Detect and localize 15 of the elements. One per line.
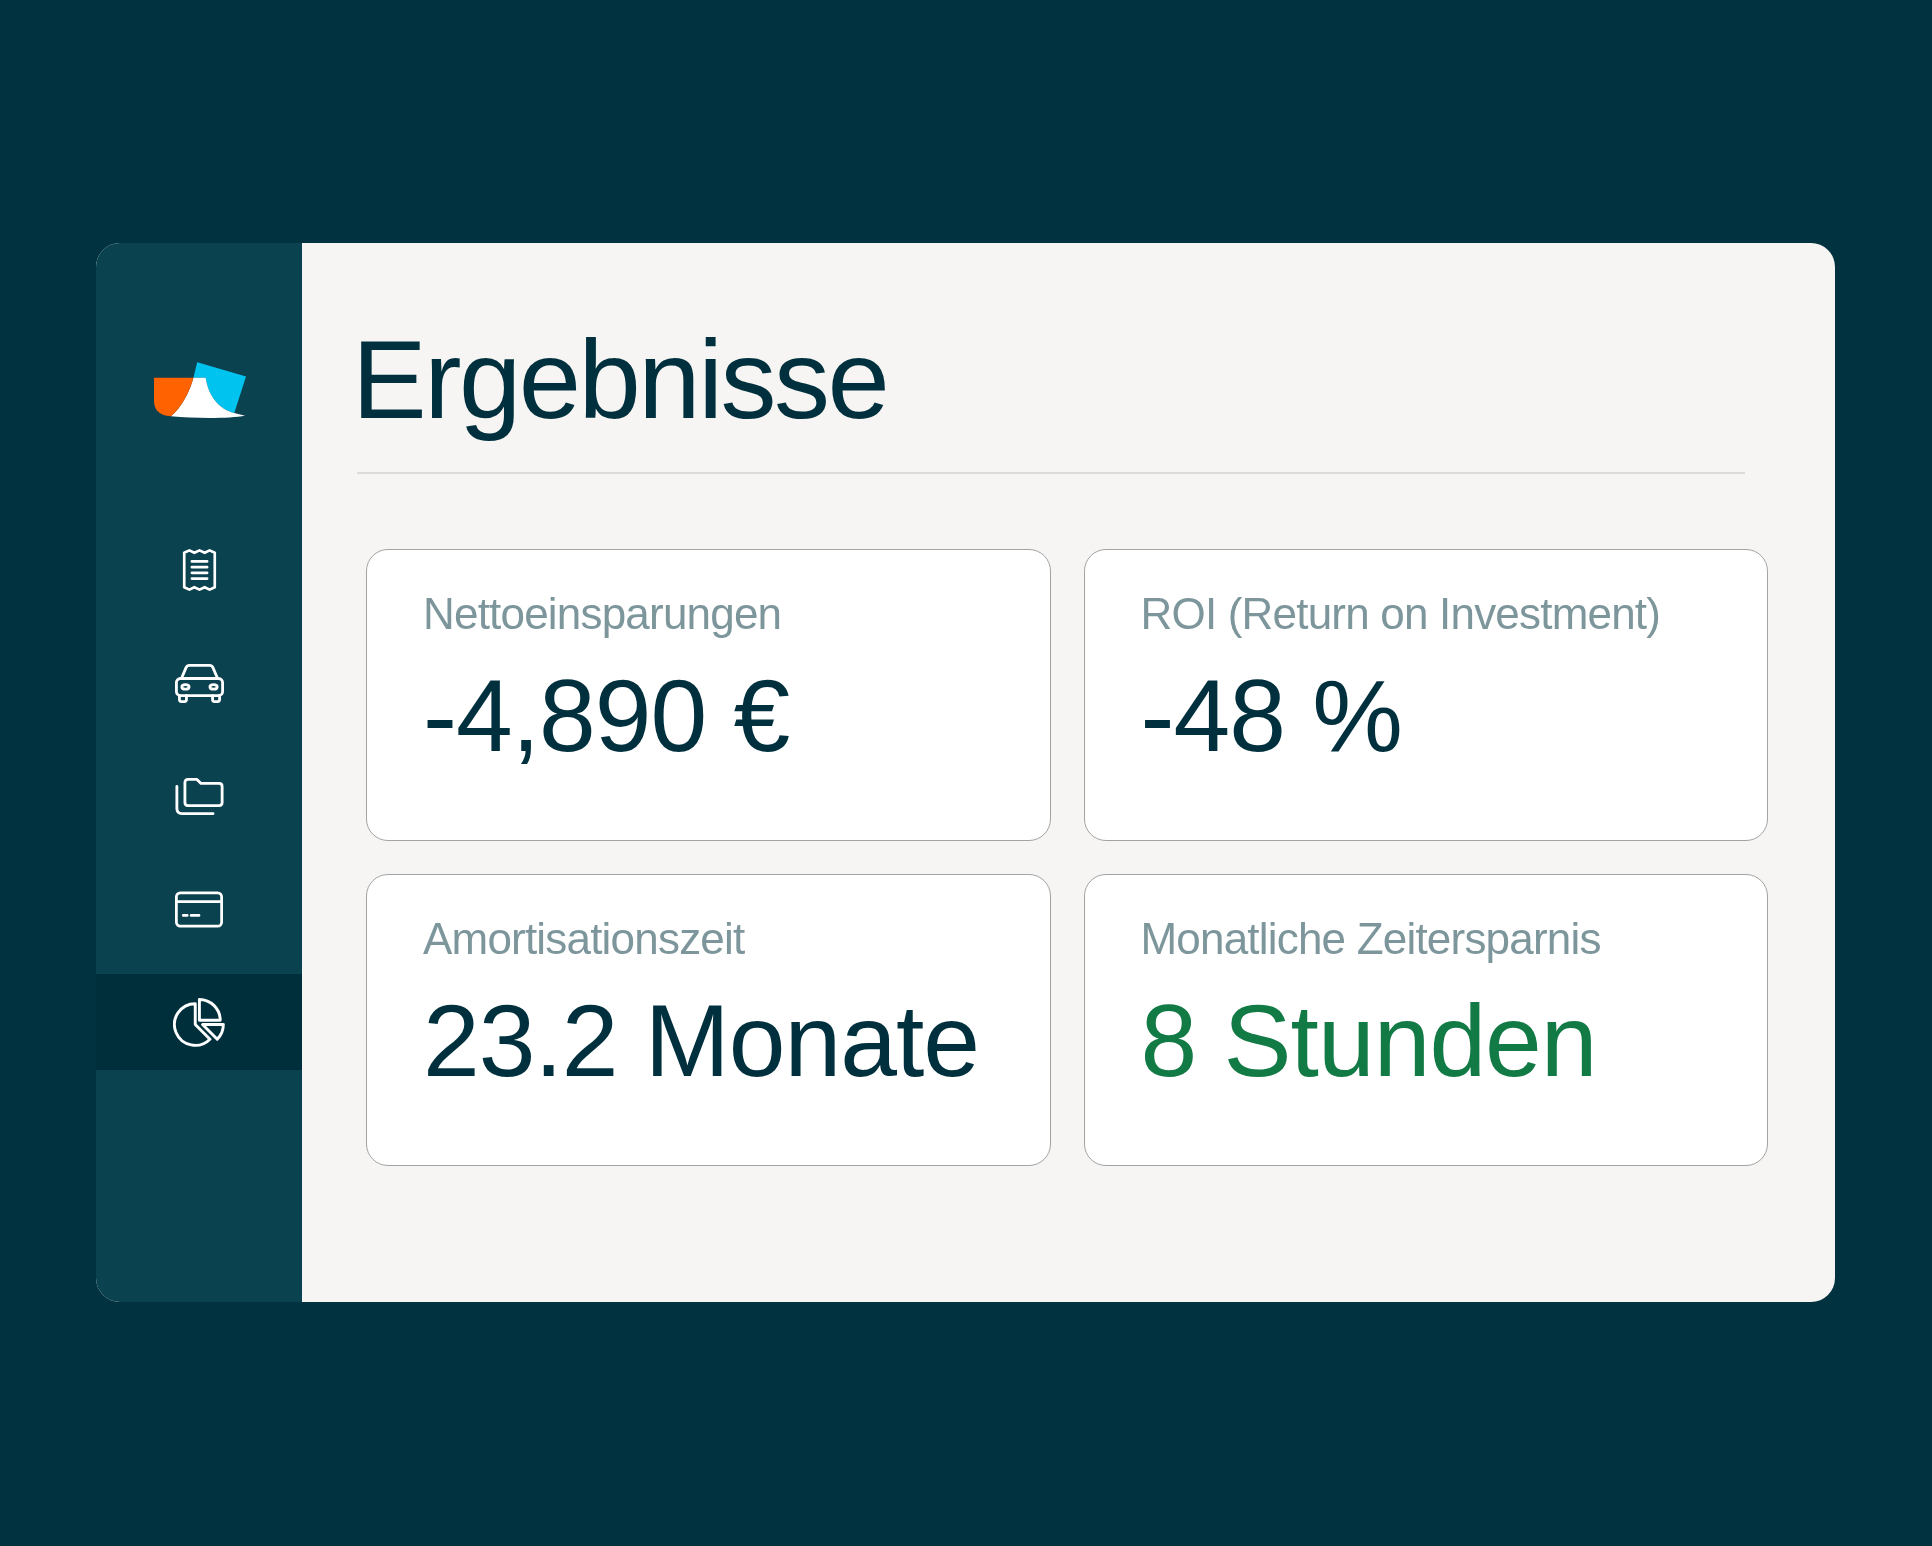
car-icon xyxy=(174,663,224,703)
metric-value: -48 % xyxy=(1140,657,1402,775)
metric-value: 8 Stunden xyxy=(1140,982,1597,1100)
page-title: Ergebnisse xyxy=(352,316,888,444)
folders-icon xyxy=(174,777,224,815)
metric-label: Monatliche Zeitersparnis xyxy=(1140,912,1601,965)
metric-value: 23.2 Monate xyxy=(423,982,980,1100)
pie-chart-icon xyxy=(173,997,225,1047)
metric-label: ROI (Return on Investment) xyxy=(1140,587,1661,640)
metric-label: Amortisationszeit xyxy=(423,912,745,965)
metric-label: Nettoeinsparungen xyxy=(423,587,782,640)
metric-value: -4,890 € xyxy=(423,657,790,775)
sidebar-item[interactable] xyxy=(96,974,302,1070)
credit-card-icon xyxy=(175,890,223,928)
receipt-icon xyxy=(180,549,218,591)
